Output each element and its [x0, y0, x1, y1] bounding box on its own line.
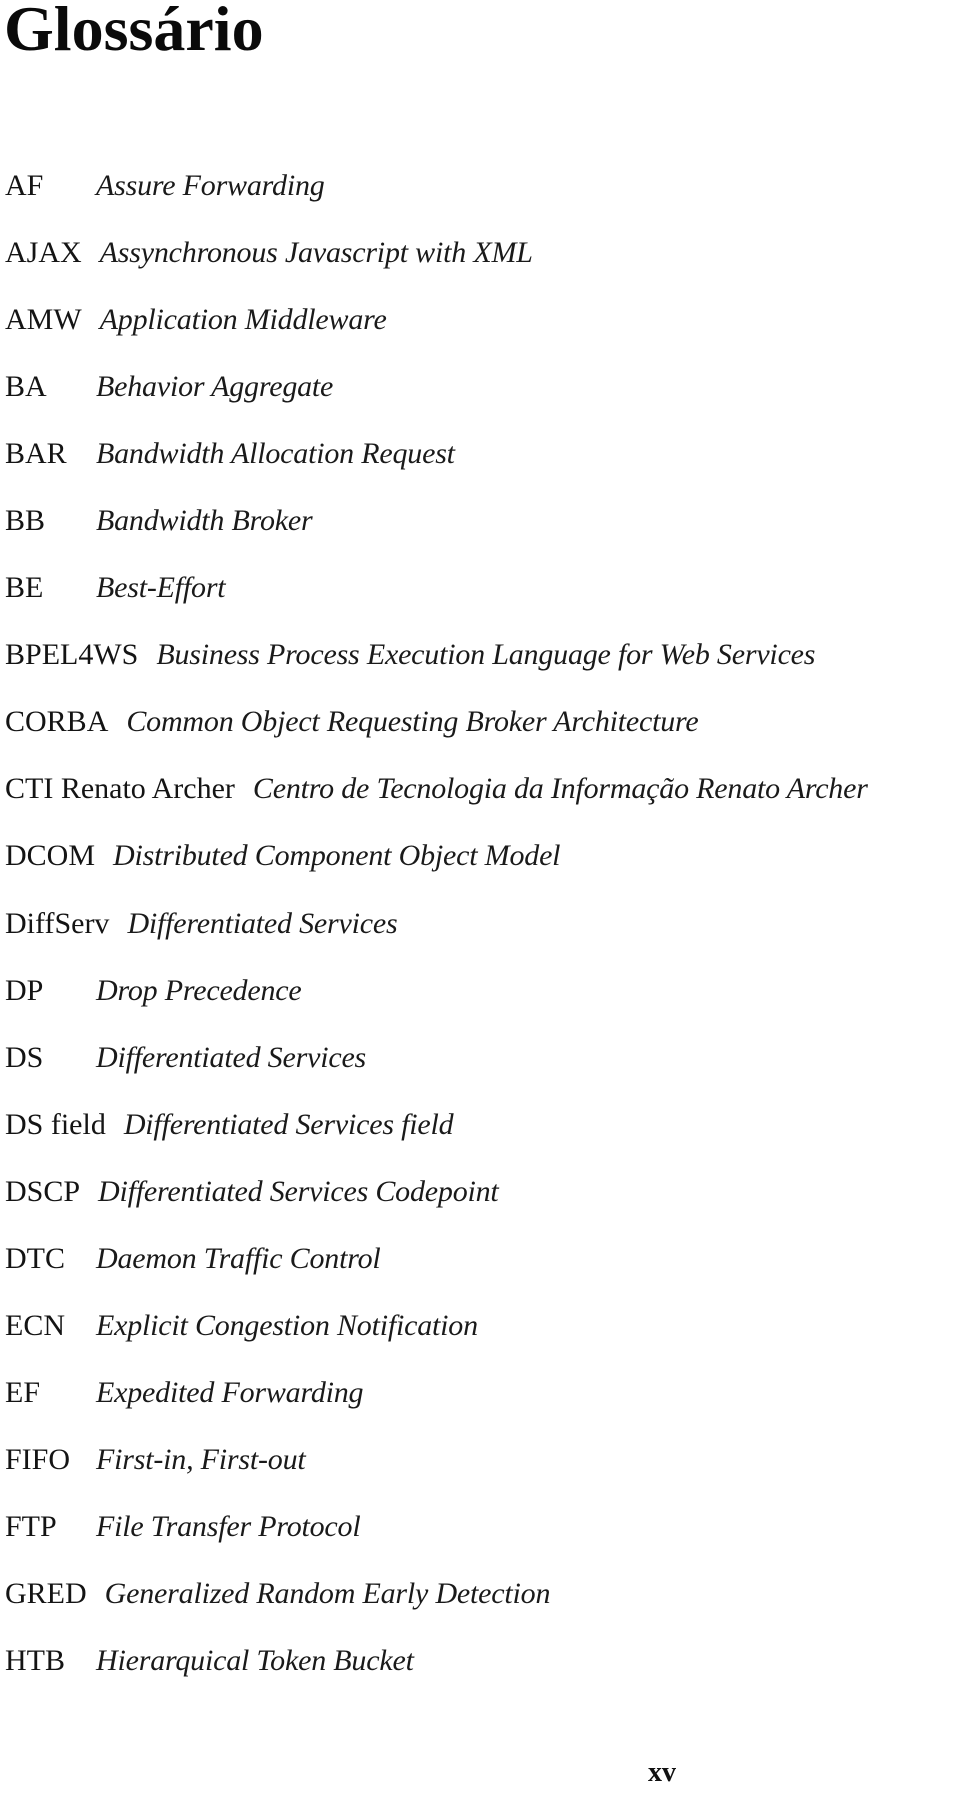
glossary-term: BAR	[5, 437, 67, 471]
glossary-entry: ECN Explicit Congestion Notification	[5, 1306, 960, 1373]
glossary-term: BA	[5, 370, 47, 404]
glossary-definition: Common Object Requesting Broker Architec…	[126, 705, 699, 739]
glossary-definition: Daemon Traffic Control	[96, 1241, 381, 1275]
glossary-entry: HTB Hierarquical Token Bucket	[5, 1641, 960, 1708]
glossary-entry: AF Assure Forwarding	[5, 166, 960, 233]
glossary-definition: Differentiated Services Codepoint	[98, 1174, 499, 1208]
glossary-term: AMW	[5, 303, 82, 337]
glossary-term: DS	[5, 1040, 44, 1074]
glossary-definition: Distributed Component Object Model	[113, 839, 561, 873]
glossary-definition: Centro de Tecnologia da Informação Renat…	[252, 772, 868, 806]
glossary-term: BE	[5, 571, 44, 605]
glossary-term: HTB	[5, 1644, 65, 1678]
glossary-term: FIFO	[5, 1442, 71, 1476]
glossary-definition: Behavior Aggregate	[96, 370, 334, 404]
glossary-entry: DiffServ Differentiated Services	[5, 904, 960, 971]
glossary-term: GRED	[5, 1576, 87, 1610]
glossary-definition: Bandwidth Allocation Request	[96, 437, 455, 471]
glossary-list: AF Assure Forwarding AJAX Assynchronous …	[5, 166, 960, 1708]
glossary-definition: Assure Forwarding	[96, 169, 325, 202]
glossary-definition: Best-Effort	[96, 571, 226, 605]
glossary-term: DCOM	[5, 839, 96, 873]
glossary-entry: DP Drop Precedence	[5, 971, 960, 1038]
glossary-term: BB	[5, 504, 46, 538]
glossary-definition: Explicit Congestion Notification	[96, 1308, 478, 1342]
glossary-definition: Hierarquical Token Bucket	[96, 1644, 414, 1678]
glossary-entry: BB Bandwidth Broker	[5, 501, 960, 568]
glossary-entry: GRED Generalized Random Early Detection	[5, 1574, 960, 1641]
glossary-entry: DCOM Distributed Component Object Model	[5, 836, 960, 903]
glossary-term: DTC	[5, 1241, 65, 1275]
glossary-definition: File Transfer Protocol	[96, 1509, 361, 1543]
page-number: xv	[648, 1757, 676, 1788]
glossary-term: CTI Renato Archer	[5, 772, 235, 806]
glossary-definition: Expedited Forwarding	[96, 1375, 364, 1409]
glossary-entry: BE Best-Effort	[5, 568, 960, 635]
glossary-term: EF	[5, 1375, 41, 1409]
glossary-entry: BPEL4WS Business Process Execution Langu…	[5, 635, 960, 702]
glossary-definition: Differentiated Services field	[123, 1107, 454, 1141]
glossary-definition: Assynchronous Javascript with XML	[99, 236, 533, 270]
glossary-term: BPEL4WS	[5, 638, 139, 672]
glossary-term: AJAX	[5, 236, 82, 270]
glossary-entry: DSCP Differentiated Services Codepoint	[5, 1172, 960, 1239]
glossary-term: ECN	[5, 1308, 65, 1342]
glossary-definition: Differentiated Services	[96, 1040, 367, 1074]
glossary-entry: CTI Renato Archer Centro de Tecnologia d…	[5, 769, 960, 836]
glossary-definition: Business Process Execution Language for …	[156, 638, 816, 672]
glossary-entry: DS Differentiated Services	[5, 1038, 960, 1105]
glossary-entry: CORBA Common Object Requesting Broker Ar…	[5, 702, 960, 769]
glossary-term: FTP	[5, 1509, 57, 1543]
glossary-definition: Bandwidth Broker	[96, 504, 313, 538]
glossary-term: CORBA	[5, 705, 109, 739]
glossary-term: AF	[5, 169, 44, 202]
glossary-entry: DS field Differentiated Services field	[5, 1105, 960, 1172]
glossary-definition: Differentiated Services	[127, 906, 398, 940]
glossary-entry: FIFO First-in, First-out	[5, 1440, 960, 1507]
glossary-definition: Drop Precedence	[96, 973, 302, 1007]
page-title: Glossário	[4, 0, 264, 64]
glossary-definition: First-in, First-out	[96, 1442, 306, 1476]
glossary-entry: AMW Application Middleware	[5, 300, 960, 367]
glossary-entry: BA Behavior Aggregate	[5, 367, 960, 434]
glossary-entry: BAR Bandwidth Allocation Request	[5, 434, 960, 501]
glossary-entry: AJAX Assynchronous Javascript with XML	[5, 233, 960, 300]
glossary-entry: FTP File Transfer Protocol	[5, 1507, 960, 1574]
glossary-term: DS field	[5, 1107, 106, 1141]
glossary-term: DP	[5, 973, 44, 1007]
glossary-definition: Application Middleware	[99, 303, 387, 337]
glossary-entry: EF Expedited Forwarding	[5, 1373, 960, 1440]
glossary-term: DiffServ	[5, 906, 110, 940]
glossary-term: DSCP	[5, 1174, 81, 1208]
glossary-entry: DTC Daemon Traffic Control	[5, 1239, 960, 1306]
glossary-definition: Generalized Random Early Detection	[104, 1576, 551, 1610]
